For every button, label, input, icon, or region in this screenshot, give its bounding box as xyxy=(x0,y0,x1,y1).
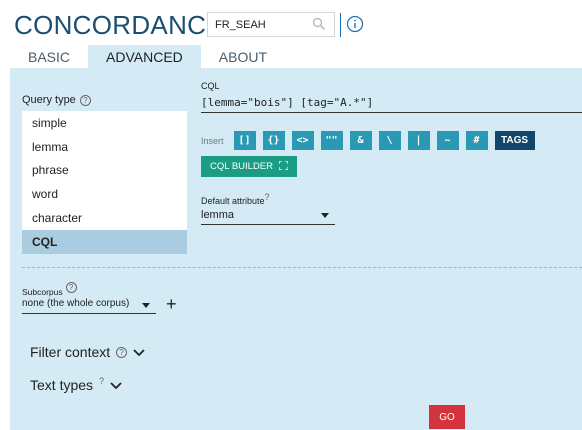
subcorpus-select[interactable]: none (the whole corpus) xyxy=(22,298,156,314)
insert-brackets-button[interactable]: [] xyxy=(233,131,256,150)
corpus-name: FR_SEAH xyxy=(215,18,266,31)
tab-advanced[interactable]: ADVANCED xyxy=(88,45,201,69)
query-type-lemma[interactable]: lemma xyxy=(22,135,187,159)
default-attribute-label: Default attribute? xyxy=(201,192,270,206)
help-icon[interactable]: ? xyxy=(99,376,104,386)
corpus-selector[interactable]: FR_SEAH xyxy=(207,12,335,37)
section-divider xyxy=(22,267,582,268)
query-type-simple[interactable]: simple xyxy=(22,111,187,135)
chevron-down-icon xyxy=(110,377,122,393)
query-type-cql[interactable]: CQL xyxy=(22,229,187,254)
insert-quotes-button[interactable]: "" xyxy=(320,131,343,150)
cql-builder-button[interactable]: CQL BUILDER xyxy=(201,156,297,177)
query-type-phrase[interactable]: phrase xyxy=(22,159,187,183)
subcorpus-label: Subcorpus ? xyxy=(22,282,77,297)
insert-angles-button[interactable]: <> xyxy=(291,131,314,150)
chevron-down-icon xyxy=(321,213,329,218)
tab-basic[interactable]: BASIC xyxy=(10,45,88,69)
chevron-down-icon xyxy=(142,303,150,308)
help-icon[interactable]: ? xyxy=(65,282,77,293)
cql-label: CQL xyxy=(201,81,220,91)
add-subcorpus-button[interactable]: + xyxy=(166,295,177,313)
insert-hash-button[interactable]: # xyxy=(465,131,488,150)
query-type-character[interactable]: character xyxy=(22,206,187,230)
tags-button[interactable]: TAGS xyxy=(494,131,535,150)
default-attribute-select[interactable]: lemma xyxy=(201,208,335,225)
filter-context-toggle[interactable]: Filter context ? xyxy=(30,344,145,360)
tab-about[interactable]: ABOUT xyxy=(201,45,285,69)
insert-pipe-button[interactable]: | xyxy=(407,131,430,150)
header-divider xyxy=(340,13,341,37)
insert-label: Insert xyxy=(201,135,224,146)
info-icon[interactable] xyxy=(346,15,364,38)
expand-icon xyxy=(278,159,289,173)
tab-bar: BASIC ADVANCED ABOUT xyxy=(10,45,285,69)
search-icon[interactable] xyxy=(312,17,326,34)
query-type-label: Query type ? xyxy=(22,94,91,106)
help-icon[interactable]: ? xyxy=(116,346,128,358)
insert-tilde-button[interactable]: ~ xyxy=(436,131,459,150)
app-title: CONCORDANCE xyxy=(14,10,224,40)
go-button[interactable]: GO xyxy=(429,405,465,429)
query-type-word[interactable]: word xyxy=(22,182,187,206)
help-icon[interactable]: ? xyxy=(265,192,270,202)
insert-backslash-button[interactable]: \ xyxy=(378,131,401,150)
insert-braces-button[interactable]: {} xyxy=(262,131,285,150)
advanced-panel: Query type ? simple lemma phrase word ch… xyxy=(10,68,582,430)
chevron-down-icon xyxy=(133,344,145,360)
cql-input[interactable]: [lemma="bois"] [tag="A.*"] xyxy=(201,93,582,113)
text-types-toggle[interactable]: Text types ? xyxy=(30,376,122,393)
insert-toolbar: Insert [] {} <> "" & \ | ~ # TAGS xyxy=(201,131,535,150)
help-icon[interactable]: ? xyxy=(79,94,91,106)
query-type-list: simple lemma phrase word character CQL xyxy=(22,111,187,254)
insert-and-button[interactable]: & xyxy=(349,131,372,150)
